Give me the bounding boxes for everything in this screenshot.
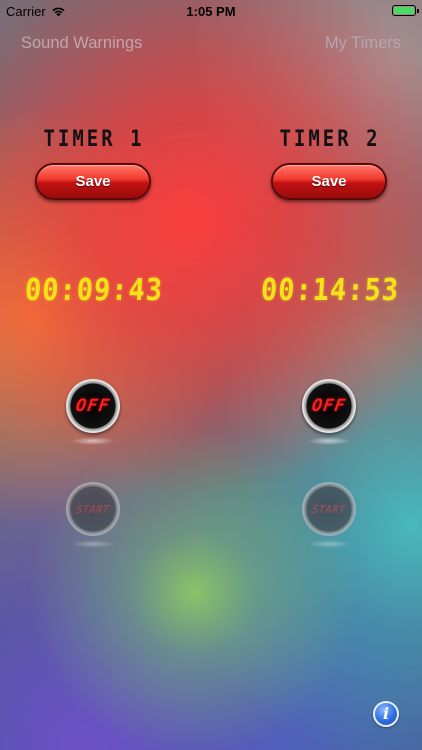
timer-1-off-reflection: [71, 437, 115, 445]
timer-2-title: TIMER 2: [279, 126, 381, 152]
timer-1-panel: TIMER 1 Save 00:09:43 OFF START: [14, 0, 174, 560]
timer-2-display: 00:14:53: [259, 273, 401, 308]
timer-2-off-label: OFF: [310, 396, 348, 416]
timer-1-start-label: START: [75, 502, 111, 516]
timer-1-display: 00:09:43: [23, 273, 165, 308]
timer-1-start-reflection: [71, 540, 115, 548]
timer-1-start-button[interactable]: START: [66, 482, 120, 536]
info-icon[interactable]: i: [373, 701, 399, 727]
timer-1-save-button[interactable]: Save: [35, 163, 151, 200]
timer-2-start-button[interactable]: START: [302, 482, 356, 536]
timer-2-panel: TIMER 2 Save 00:14:53 OFF START: [250, 0, 410, 560]
timer-2-off-button[interactable]: OFF: [302, 379, 356, 433]
timer-2-off-reflection: [307, 437, 351, 445]
timer-1-off-label: OFF: [74, 396, 112, 416]
timer-1-title: TIMER 1: [43, 126, 145, 152]
timer-2-start-reflection: [307, 540, 351, 548]
timer-1-off-button[interactable]: OFF: [66, 379, 120, 433]
timer-2-start-label: START: [311, 502, 347, 516]
timer-2-save-button[interactable]: Save: [271, 163, 387, 200]
